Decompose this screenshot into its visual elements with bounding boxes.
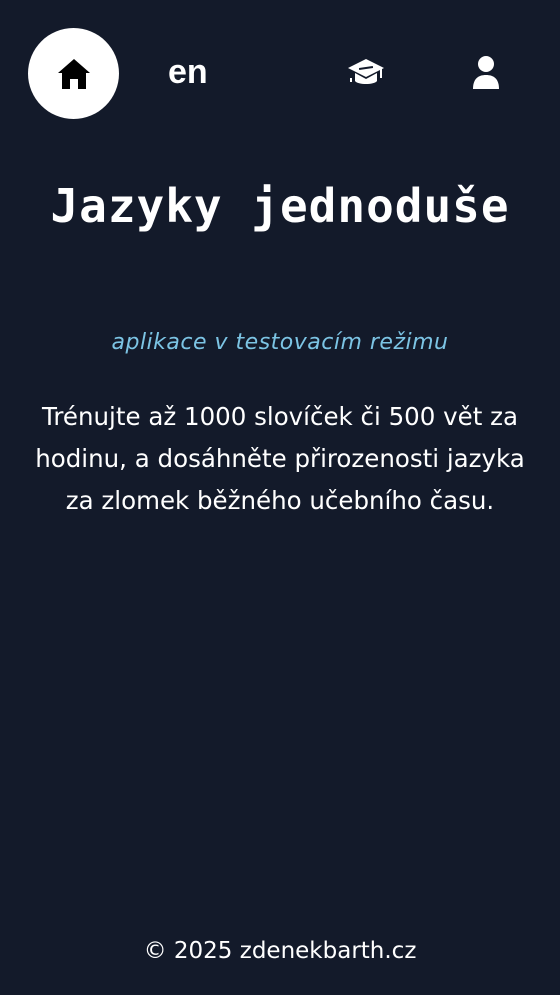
test-mode-notice: aplikace v testovacím režimu [111,330,449,355]
page-title: Jazyky jednoduše [50,179,510,233]
home-icon [57,58,90,89]
app-page: en Jazyky jednoduše aplikace v testovací… [0,0,560,995]
user-icon [473,56,499,89]
graduation-cap-icon [348,59,384,84]
profile-button[interactable] [470,55,502,91]
language-selector[interactable]: en [168,52,208,92]
home-button[interactable] [28,28,119,119]
courses-button[interactable] [346,55,386,91]
top-nav: en [0,28,560,119]
app-description: Trénujte až 1000 slovíček či 500 vět za … [35,402,525,515]
footer-copyright: © 2025 zdenekbarth.cz [143,938,417,964]
